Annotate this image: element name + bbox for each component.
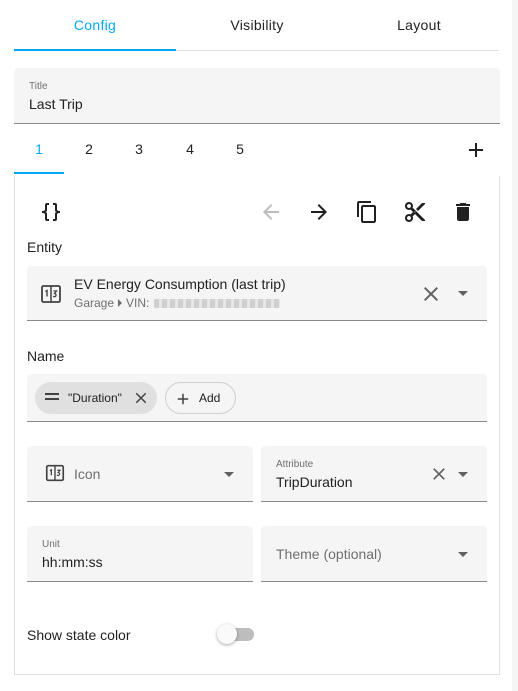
title-field[interactable]: Title Last Trip: [14, 68, 500, 124]
attribute-value: TripDuration: [276, 474, 353, 490]
theme-placeholder: Theme (optional): [276, 546, 382, 562]
close-icon: [433, 468, 445, 480]
title-field-label: Title: [29, 81, 48, 92]
copy-button[interactable]: [355, 200, 379, 224]
move-left-button[interactable]: [259, 200, 283, 224]
entity-row-card: [14, 176, 500, 675]
name-chip-label: "Duration": [68, 391, 122, 405]
delete-icon: [456, 203, 470, 221]
add-entity-tab-button[interactable]: [464, 138, 488, 162]
entity-picker[interactable]: EV Energy Consumption (last trip) Garage…: [27, 266, 487, 321]
chevron-down-icon[interactable]: [458, 291, 468, 296]
icon-picker[interactable]: Icon: [27, 446, 253, 502]
sub-tab-label: 3: [135, 141, 143, 157]
code-editor-button[interactable]: [39, 200, 63, 224]
sub-tab-indicator: [14, 172, 64, 174]
plus-icon: [174, 390, 192, 408]
sub-tab-label: 4: [186, 141, 194, 157]
sub-tab-label: 5: [236, 141, 244, 157]
breadcrumb-caret-icon: [118, 299, 123, 307]
chip-remove-icon[interactable]: [132, 389, 150, 407]
entity-context: Garage VIN:: [74, 296, 281, 310]
sub-tab-4[interactable]: 4: [165, 124, 215, 174]
tab-layout-label: Layout: [397, 17, 441, 33]
counter-icon: [44, 462, 66, 484]
cut-icon: [405, 202, 425, 222]
state-color-label: Show state color: [27, 627, 131, 643]
drag-handle-icon[interactable]: [45, 393, 59, 395]
copy-icon: [357, 201, 376, 223]
delete-button[interactable]: [451, 200, 475, 224]
attribute-label: Attribute: [276, 459, 314, 470]
attribute-picker[interactable]: Attribute TripDuration: [261, 446, 487, 502]
tab-visibility-label: Visibility: [230, 17, 284, 33]
add-name-button[interactable]: Add: [165, 382, 236, 414]
clear-attribute-button[interactable]: [429, 464, 449, 484]
add-name-label: Add: [199, 391, 221, 405]
arrow-right-icon: [311, 204, 327, 220]
sub-tab-label: 2: [85, 141, 93, 157]
toggle-knob[interactable]: [217, 624, 237, 644]
name-chip[interactable]: "Duration": [35, 382, 157, 414]
unit-label: Unit: [42, 539, 60, 550]
sub-tab-3[interactable]: 3: [114, 124, 164, 174]
name-section-label: Name: [27, 348, 65, 364]
chevron-down-icon[interactable]: [458, 552, 468, 557]
title-field-value: Last Trip: [29, 96, 83, 112]
entity-section-label: Entity: [27, 239, 63, 255]
arrow-left-icon: [263, 204, 279, 220]
active-tab-indicator: [14, 49, 176, 51]
icon-placeholder: Icon: [74, 466, 101, 482]
theme-picker[interactable]: Theme (optional): [261, 526, 487, 582]
sub-tab-2[interactable]: 2: [64, 124, 114, 174]
counter-icon: [39, 282, 63, 306]
plus-icon: [469, 143, 483, 157]
cut-button[interactable]: [403, 200, 427, 224]
code-braces-icon: [42, 203, 60, 221]
sub-tab-label: 1: [35, 141, 43, 157]
chevron-down-icon[interactable]: [458, 472, 468, 477]
tab-config-label: Config: [73, 17, 117, 33]
scrollbar[interactable]: [512, 0, 518, 691]
tab-config[interactable]: Config: [14, 0, 176, 50]
redacted-vin: [154, 298, 281, 308]
close-icon: [424, 287, 438, 301]
tab-layout[interactable]: Layout: [338, 0, 500, 50]
chevron-down-icon[interactable]: [224, 472, 234, 477]
tab-visibility[interactable]: Visibility: [176, 0, 338, 50]
entity-area: Garage: [74, 296, 115, 310]
sub-tab-1[interactable]: 1: [14, 124, 64, 174]
clear-entity-button[interactable]: [419, 282, 443, 306]
move-right-button[interactable]: [307, 200, 331, 224]
entity-name: EV Energy Consumption (last trip): [74, 276, 286, 292]
unit-field[interactable]: Unit hh:mm:ss: [27, 526, 253, 582]
sub-tab-5[interactable]: 5: [215, 124, 265, 174]
unit-value: hh:mm:ss: [42, 554, 103, 570]
entity-device-prefix: VIN:: [126, 296, 150, 310]
